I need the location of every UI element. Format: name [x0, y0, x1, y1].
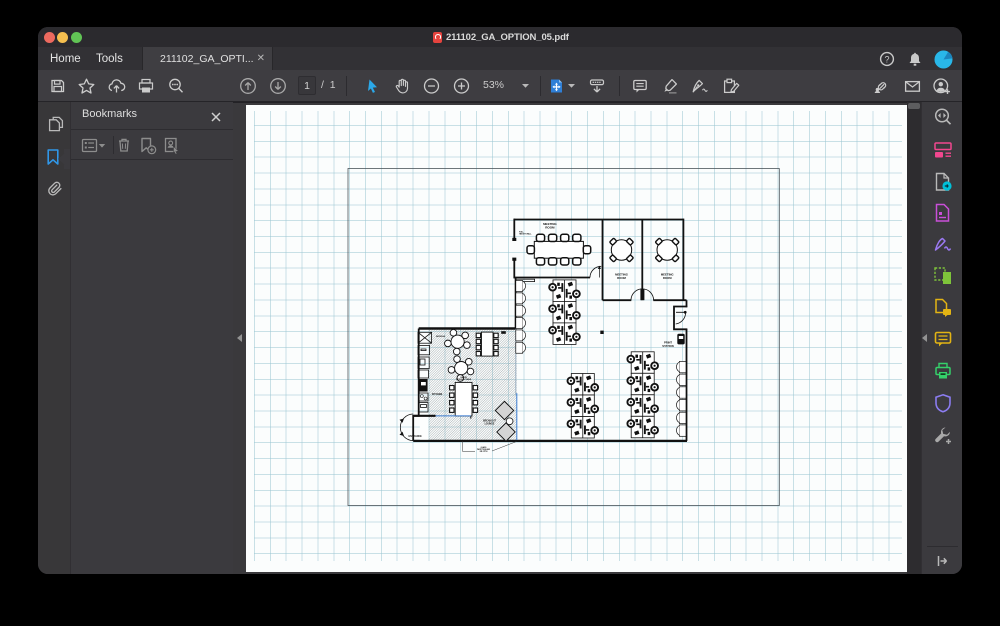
- svg-text:BREAKOUT: BREAKOUT: [483, 419, 497, 422]
- svg-text:ENTRANCE: ENTRANCE: [409, 435, 423, 438]
- svg-text:ROOM: ROOM: [663, 276, 672, 280]
- svg-text:ROOM: ROOM: [545, 225, 555, 229]
- svg-text:KITCHEN: KITCHEN: [432, 394, 443, 396]
- svg-text:LOUNGE: LOUNGE: [485, 423, 495, 425]
- svg-text:STATION: STATION: [662, 343, 673, 347]
- svg-text:ROOM: ROOM: [617, 276, 626, 280]
- svg-text:HEIGHT WALL: HEIGHT WALL: [519, 232, 532, 235]
- svg-text:DR OPTN: DR OPTN: [480, 451, 488, 453]
- svg-text:BODEGA: BODEGA: [436, 335, 445, 338]
- svg-text:?: ?: [884, 54, 889, 64]
- svg-text:WORKING TABLE: WORKING TABLE: [456, 378, 472, 381]
